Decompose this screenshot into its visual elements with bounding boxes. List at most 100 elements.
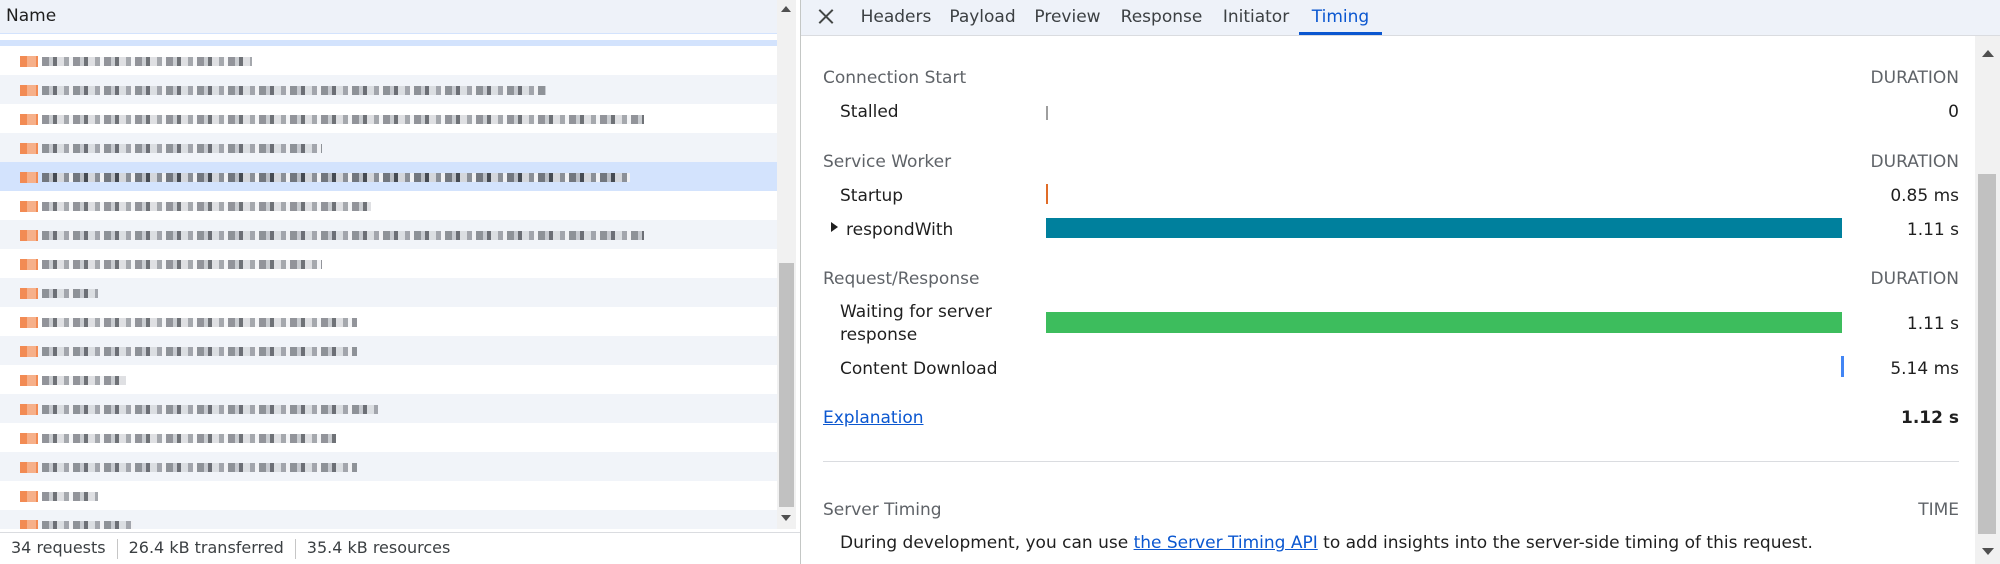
network-summary-bar: 34 requests 26.4 kB transferred 35.4 kB re… <box>0 532 800 564</box>
request-name-redacted <box>42 463 357 472</box>
total-duration: 1.12 s <box>1901 408 1959 428</box>
request-name-redacted <box>42 347 357 356</box>
request-list[interactable] <box>0 40 777 529</box>
request-name-redacted <box>42 202 371 211</box>
file-type-icon <box>27 520 36 529</box>
server-timing-heading: Server Timing <box>823 500 942 520</box>
name-column-header[interactable]: Name <box>0 0 777 34</box>
resources-size: 35.4 kB resources <box>306 538 451 557</box>
close-icon[interactable] <box>815 6 837 28</box>
file-type-icon <box>27 201 36 212</box>
file-type-icon <box>27 433 36 444</box>
request-list-pane: Name 34 requests 26.4 kB transferred 35.4 … <box>0 0 800 564</box>
scroll-up-arrow-icon[interactable] <box>781 6 791 12</box>
file-type-icon <box>27 491 36 502</box>
file-type-icon <box>27 114 36 125</box>
service-worker-heading: Service Worker <box>823 152 952 172</box>
table-row[interactable] <box>0 452 777 481</box>
server-timing-api-link[interactable]: the Server Timing API <box>1134 533 1318 553</box>
file-type-icon <box>27 85 36 96</box>
server-timing-description: During development, you can use the Serv… <box>840 533 1813 553</box>
tab-initiator[interactable]: Initiator <box>1214 0 1298 35</box>
server-timing-text-after: to add insights into the server-side tim… <box>1317 533 1813 553</box>
waiting-label-line1: Waiting for server <box>840 302 992 322</box>
request-list-scrollbar[interactable] <box>777 0 796 529</box>
table-row[interactable] <box>0 162 777 191</box>
request-details-pane: Headers Payload Preview Response Initiat… <box>801 0 2000 564</box>
file-type-icon <box>27 259 36 270</box>
file-type-icon <box>27 172 36 183</box>
duration-heading: DURATION <box>1870 152 1959 172</box>
tab-preview[interactable]: Preview <box>1026 0 1109 35</box>
expand-triangle-icon[interactable] <box>831 222 838 232</box>
respond-with-bar <box>1046 218 1842 238</box>
section-divider <box>823 461 1959 462</box>
table-row[interactable] <box>0 249 777 278</box>
file-type-icon <box>27 230 36 241</box>
file-type-icon <box>27 375 36 386</box>
request-count: 34 requests <box>11 538 106 557</box>
request-name-redacted <box>42 376 126 385</box>
scrollbar-thumb[interactable] <box>779 263 794 507</box>
table-row[interactable] <box>0 133 777 162</box>
time-heading: TIME <box>1918 500 1959 520</box>
request-name-redacted <box>42 405 378 414</box>
explanation-link[interactable]: Explanation <box>823 408 924 428</box>
waiting-label: Waiting for server response <box>840 301 992 347</box>
respond-with-value: 1.11 s <box>1906 220 1959 240</box>
request-name-redacted <box>42 492 98 501</box>
scroll-down-arrow-icon[interactable] <box>781 515 791 521</box>
file-type-icon <box>27 143 36 154</box>
table-row[interactable] <box>0 394 777 423</box>
startup-label: Startup <box>840 186 904 206</box>
request-name-redacted <box>42 173 630 182</box>
waiting-value: 1.11 s <box>1906 314 1959 334</box>
request-response-heading: Request/Response <box>823 269 980 289</box>
tab-timing[interactable]: Timing <box>1299 0 1382 35</box>
scroll-down-arrow-icon[interactable] <box>1982 548 1994 555</box>
table-row[interactable] <box>0 336 777 365</box>
table-row[interactable] <box>0 104 777 133</box>
file-type-icon <box>27 56 36 67</box>
tab-headers[interactable]: Headers <box>854 0 938 35</box>
table-row[interactable] <box>0 481 777 510</box>
connection-start-heading: Connection Start <box>823 68 967 88</box>
content-download-bar <box>1841 356 1844 377</box>
respond-with-label[interactable]: respondWith <box>846 219 953 242</box>
request-name-redacted <box>42 318 357 327</box>
duration-heading: DURATION <box>1870 269 1959 289</box>
request-name-redacted <box>42 86 546 95</box>
file-type-icon <box>27 317 36 328</box>
timing-scrollbar[interactable] <box>1975 36 2000 564</box>
startup-value: 0.85 ms <box>1890 186 1959 206</box>
table-row[interactable] <box>0 278 777 307</box>
table-row[interactable] <box>0 75 777 104</box>
request-name-redacted <box>42 57 252 66</box>
request-name-redacted <box>42 289 98 298</box>
duration-heading: DURATION <box>1870 68 1959 88</box>
file-type-icon <box>27 288 36 299</box>
file-type-icon <box>27 462 36 473</box>
table-row[interactable] <box>0 191 777 220</box>
content-download-value: 5.14 ms <box>1890 359 1959 379</box>
transferred-size: 26.4 kB transferred <box>128 538 284 557</box>
file-type-icon <box>27 346 36 357</box>
request-name-redacted <box>42 434 336 443</box>
table-row[interactable] <box>0 307 777 336</box>
table-row[interactable] <box>0 423 777 452</box>
table-row[interactable] <box>0 220 777 249</box>
waiting-bar <box>1046 312 1842 333</box>
server-timing-text-before: During development, you can use <box>840 533 1134 553</box>
request-name-redacted <box>42 260 322 269</box>
stalled-bar <box>1046 106 1048 120</box>
table-row[interactable] <box>0 510 777 529</box>
scrollbar-thumb[interactable] <box>1978 174 1996 534</box>
waiting-label-line2: response <box>840 325 918 345</box>
scroll-up-arrow-icon[interactable] <box>1982 50 1994 57</box>
table-row[interactable] <box>0 365 777 394</box>
table-row[interactable] <box>0 46 777 75</box>
stalled-label: Stalled <box>840 102 899 122</box>
tab-payload[interactable]: Payload <box>942 0 1023 35</box>
file-type-icon <box>27 404 36 415</box>
tab-response[interactable]: Response <box>1113 0 1210 35</box>
